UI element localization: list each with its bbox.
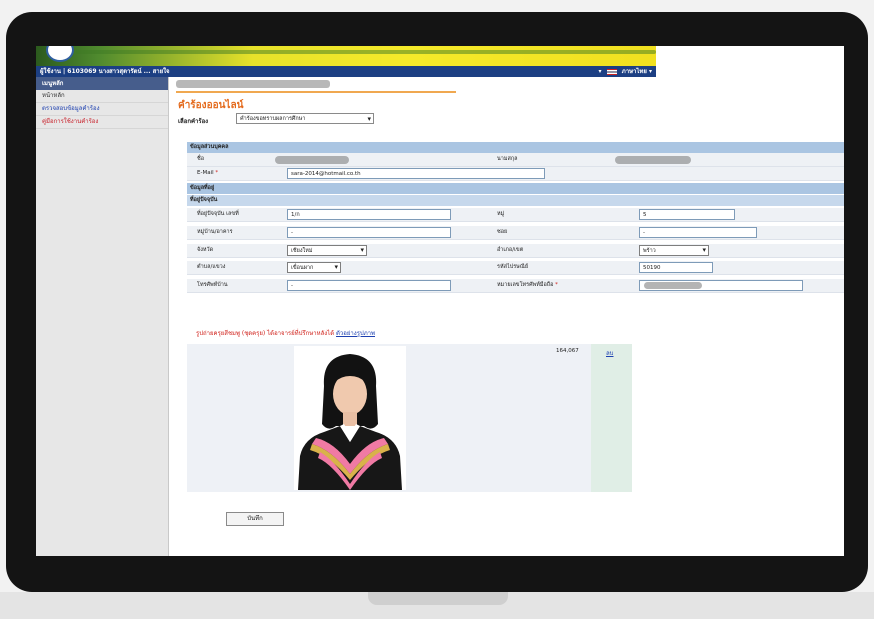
surname-value-redacted <box>615 156 691 164</box>
mobile-value-redacted <box>644 282 702 289</box>
section-personal-info: ข้อมูลส่วนบุคคล <box>187 142 844 153</box>
photo-example-link[interactable]: ตัวอย่างรูปภาพ <box>336 330 375 337</box>
email-label: E-Mail * <box>197 167 218 179</box>
moo-label: หมู่ <box>497 211 505 217</box>
breadcrumb-underline <box>176 91 456 93</box>
row-name: ชื่อ นามสกุล <box>187 153 844 167</box>
moo-field[interactable]: 5 <box>639 209 735 220</box>
soi-field[interactable]: - <box>639 227 757 238</box>
delete-photo-link[interactable]: ลบ <box>606 348 614 358</box>
province-label: จังหวัด <box>197 247 214 253</box>
photo-upload-area <box>187 344 632 492</box>
postal-label: รหัสไปรษณีย์ <box>497 264 529 270</box>
village-field[interactable]: - <box>287 227 451 238</box>
page-title: คำร้องออนไลน์ <box>178 100 244 111</box>
required-marker: * <box>215 170 219 176</box>
required-marker: * <box>555 282 558 288</box>
top-bar: ผู้ใช้งาน | 6103069 นางสาวสุดารัตน์ ... … <box>36 66 656 77</box>
university-logo <box>46 46 74 62</box>
row-email: E-Mail * sara-2014@hotmail.co.th <box>187 167 844 181</box>
browser-screen: ผู้ใช้งาน | 6103069 นางสาวสุดารัตน์ ... … <box>36 46 844 556</box>
surname-label: นามสกุล <box>497 156 518 162</box>
postal-code-field[interactable]: 50190 <box>639 262 713 273</box>
save-button[interactable]: บันทึก <box>226 512 284 526</box>
village-label: หมู่บ้าน/อาคาร <box>197 229 233 235</box>
house-no-label: ที่อยู่ปัจจุบัน เลขที่ <box>197 211 239 217</box>
banner-swoosh <box>76 50 656 54</box>
district-label: อำเภอ/เขต <box>497 247 524 253</box>
site-banner <box>36 46 656 66</box>
laptop-notch <box>368 592 508 605</box>
mobile-label: หมายเลขโทรศัพท์มือถือ * <box>497 279 558 291</box>
name-value-redacted <box>275 156 349 164</box>
sidebar: เมนูหลัก หน้าหลัก ตรวจสอบข้อมูลคำร้อง คู… <box>36 77 169 556</box>
user-info: ผู้ใช้งาน | 6103069 นางสาวสุดารัตน์ ... … <box>40 68 170 75</box>
thai-flag-icon <box>606 68 617 75</box>
email-label-text: E-Mail <box>197 170 214 176</box>
section-address: ข้อมูลที่อยู่ <box>187 183 844 194</box>
language-label: ภาษาไทย <box>621 68 647 75</box>
row-house-moo: ที่อยู่ปัจจุบัน เลขที่ 1/ก หมู่ 5 <box>187 208 844 222</box>
home-phone-field[interactable]: - <box>287 280 451 291</box>
sidebar-item-home[interactable]: หน้าหลัก <box>36 90 168 103</box>
subdistrict-select[interactable]: เขื่อนผาก <box>287 262 341 273</box>
row-village-soi: หมู่บ้าน/อาคาร - ซอย - <box>187 226 844 240</box>
breadcrumb <box>176 80 330 88</box>
district-select[interactable]: พร้าว <box>639 245 709 256</box>
name-label: ชื่อ <box>197 156 205 162</box>
mobile-field[interactable] <box>639 280 803 291</box>
row-subdistrict-postal: ตำบล/แขวง เขื่อนผาก รหัสไปรษณีย์ 50190 <box>187 261 844 275</box>
house-no-field[interactable]: 1/ก <box>287 209 451 220</box>
row-phones: โทรศัพท์บ้าน - หมายเลขโทรศัพท์มือถือ * <box>187 279 844 293</box>
home-phone-label: โทรศัพท์บ้าน <box>197 282 228 288</box>
photo-notice-text: รูปถ่ายครุยสีชมพู (ชุดครุย) ได้อาจารย์ที… <box>196 330 335 337</box>
soi-label: ซอย <box>497 229 508 235</box>
sidebar-item-manual[interactable]: คู่มือการใช้งานคำร้อง <box>36 116 168 129</box>
request-select-label: เลือกคำร้อง <box>178 118 209 125</box>
chevron-down-icon: ▾ <box>648 68 652 75</box>
province-select[interactable]: เชียงใหม่ <box>287 245 367 256</box>
section-current-address: ที่อยู่ปัจจุบัน <box>187 195 844 206</box>
chevron-down-icon: ▾ <box>598 68 602 75</box>
sidebar-title: เมนูหลัก <box>36 77 168 90</box>
sidebar-item-check-requests[interactable]: ตรวจสอบข้อมูลคำร้อง <box>36 103 168 116</box>
language-switch[interactable]: ▾ ภาษาไทย ▾ <box>599 66 652 77</box>
mobile-label-text: หมายเลขโทรศัพท์มือถือ <box>497 282 554 288</box>
photo-action-column <box>591 344 632 492</box>
row-province-district: จังหวัด เชียงใหม่ อำเภอ/เขต พร้าว <box>187 244 844 258</box>
email-field[interactable]: sara-2014@hotmail.co.th <box>287 168 545 179</box>
photo-notice: รูปถ่ายครุยสีชมพู (ชุดครุย) ได้อาจารย์ที… <box>196 328 375 338</box>
request-type-select[interactable]: คำร้องขอทราบผลการศึกษา <box>236 113 374 125</box>
uploaded-photo <box>294 346 406 490</box>
photo-file-size: 164,067 <box>556 348 579 354</box>
subdistrict-label: ตำบล/แขวง <box>197 264 226 270</box>
